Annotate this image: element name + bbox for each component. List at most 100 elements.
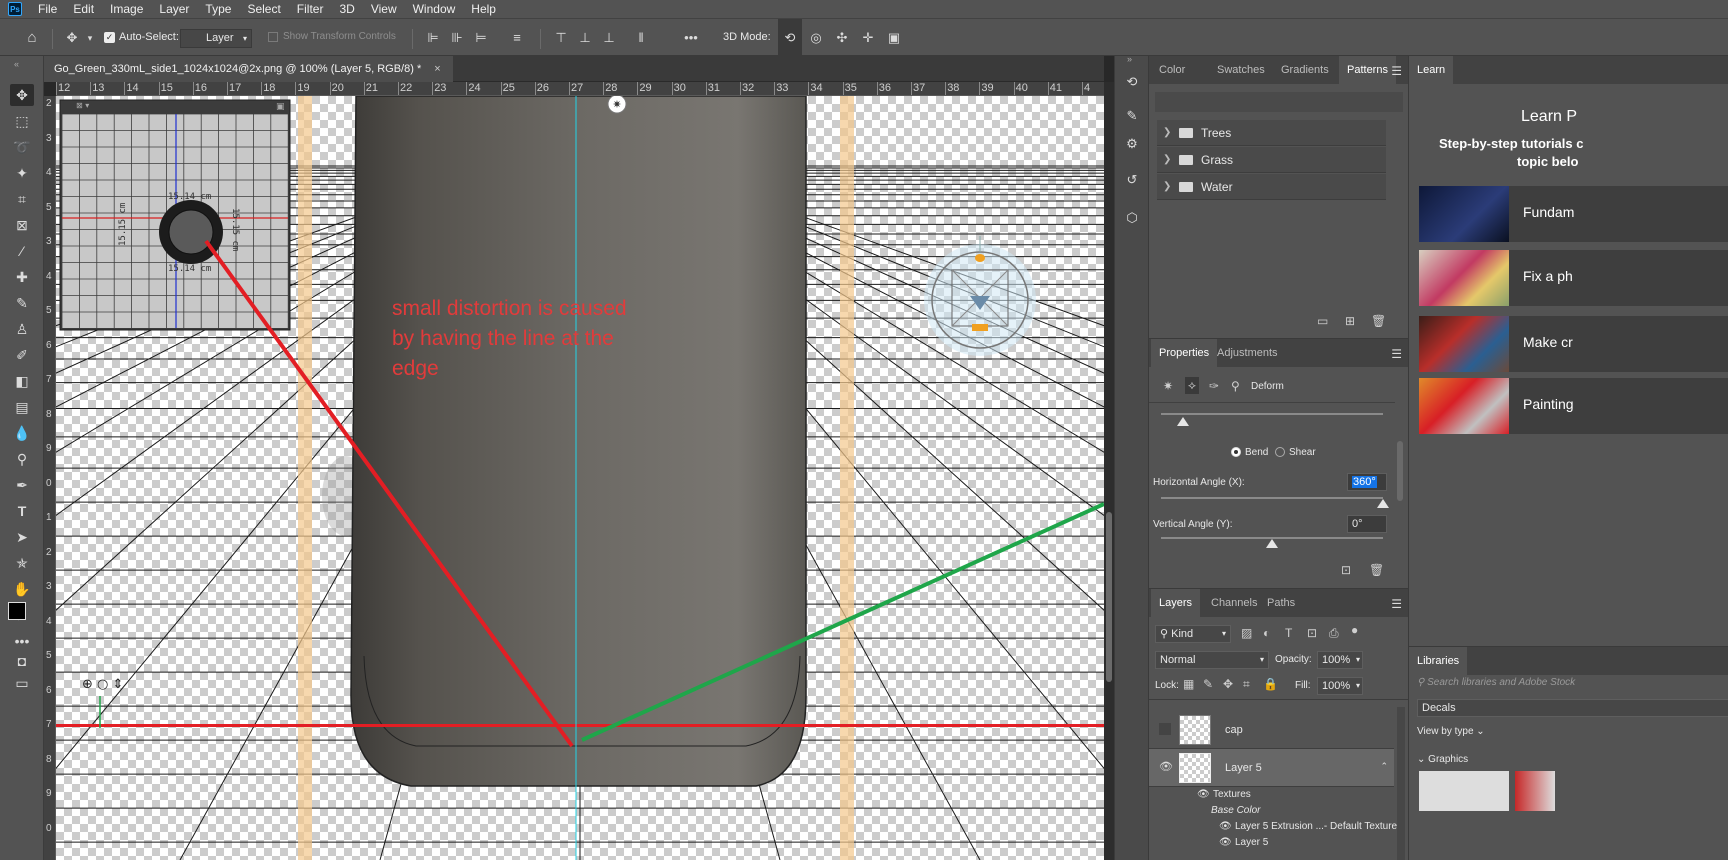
libraries-search[interactable]: ⚲ Search libraries and Adobe Stock — [1417, 673, 1728, 693]
tab-libraries[interactable]: Libraries — [1409, 647, 1468, 675]
tab-adjustments[interactable]: Adjustments — [1209, 339, 1286, 367]
textures-row[interactable]: 👁 Textures — [1149, 787, 1395, 803]
layer-filter-dropdown[interactable]: ⚲ Kind ▾ — [1155, 625, 1231, 643]
deform-icon[interactable]: ⟡ — [1185, 377, 1199, 394]
close-icon[interactable]: × — [434, 63, 440, 75]
lock-all-icon[interactable]: 🔒 — [1263, 677, 1278, 691]
clone-stamp-icon[interactable]: ♙ — [10, 318, 34, 340]
fill-field[interactable]: 100% ▾ — [1317, 677, 1363, 695]
properties-scrollbar[interactable] — [1397, 441, 1403, 501]
tab-paths[interactable]: Paths — [1259, 589, 1303, 617]
align-left-icon[interactable]: ⊫ — [424, 19, 442, 57]
more-options-icon[interactable]: ••• — [680, 19, 702, 57]
collapse-icon[interactable]: « — [14, 59, 19, 69]
menu-type[interactable]: Type — [197, 2, 239, 16]
library-dropdown[interactable]: Decals — [1417, 699, 1728, 717]
screen-mode-icon[interactable]: ▭ — [10, 672, 34, 694]
vertical-angle-field[interactable]: 0° — [1347, 515, 1387, 533]
dodge-tool-icon[interactable]: ⚲ — [10, 448, 34, 470]
panel-menu-icon[interactable]: ☰ — [1391, 64, 1402, 78]
layer-row-layer5[interactable]: 👁 Layer 5 ⌃ — [1149, 749, 1394, 787]
align-bottom-icon[interactable]: ⊥ — [600, 19, 618, 57]
pattern-folder-water[interactable]: ❯ Water — [1157, 174, 1386, 200]
learn-card-fundamentals[interactable]: Fundam — [1419, 186, 1728, 242]
menu-window[interactable]: Window — [405, 2, 464, 16]
tab-gradients[interactable]: Gradients — [1273, 56, 1337, 84]
learn-card-make-creative[interactable]: Make cr — [1419, 316, 1728, 372]
lock-image-icon[interactable]: ✎ — [1203, 677, 1213, 691]
tab-color[interactable]: Color — [1151, 56, 1193, 84]
home-icon[interactable]: ⌂ — [22, 19, 42, 57]
more-tools-icon[interactable]: ••• — [10, 630, 34, 652]
distribute-vertical-icon[interactable]: ‖ — [632, 19, 650, 57]
collapse-icon[interactable]: » — [1127, 54, 1132, 64]
menu-3d[interactable]: 3D — [331, 2, 362, 16]
panel-menu-icon[interactable]: ☰ — [1391, 597, 1402, 611]
coordinates-icon[interactable]: ⚲ — [1231, 379, 1240, 393]
canvas-scrollbar[interactable] — [1104, 82, 1114, 860]
panel-menu-icon[interactable]: ☰ — [1391, 347, 1402, 361]
learn-card-painting[interactable]: Painting — [1419, 378, 1728, 434]
path-selection-icon[interactable]: ➤ — [10, 526, 34, 548]
type-tool-icon[interactable]: T — [10, 500, 34, 522]
lasso-tool-icon[interactable]: ➰ — [10, 136, 34, 158]
eraser-icon[interactable]: ◧ — [10, 370, 34, 392]
tab-channels[interactable]: Channels — [1203, 589, 1265, 617]
eye-icon[interactable]: 👁 — [1159, 760, 1173, 773]
auto-select-checkbox[interactable]: ✓ — [104, 32, 115, 43]
move-tool-icon[interactable]: ✥ — [62, 19, 82, 57]
shape-filter-icon[interactable]: ⊡ — [1307, 626, 1317, 640]
trash-icon[interactable]: 🗑 — [1371, 314, 1386, 328]
quick-mask-icon[interactable]: ◘ — [10, 650, 34, 672]
tab-properties[interactable]: Properties — [1151, 339, 1218, 367]
patterns-search[interactable] — [1155, 92, 1403, 112]
eye-icon[interactable]: 👁 — [1197, 789, 1210, 800]
menu-select[interactable]: Select — [239, 2, 288, 16]
timeline-icon[interactable]: ↺ — [1122, 170, 1142, 190]
menu-view[interactable]: View — [363, 2, 405, 16]
menu-file[interactable]: File — [30, 2, 65, 16]
brush-settings-icon[interactable]: ✎ — [1122, 106, 1142, 126]
visibility-toggle[interactable] — [1159, 723, 1171, 735]
menu-edit[interactable]: Edit — [65, 2, 102, 16]
align-middle-icon[interactable]: ⊥ — [576, 19, 594, 57]
layers-scrollbar[interactable] — [1397, 707, 1405, 860]
lock-artboard-icon[interactable]: ⌗ — [1243, 677, 1250, 692]
align-top-icon[interactable]: ⊤ — [552, 19, 570, 57]
layer5-texture-row[interactable]: 👁 Layer 5 — [1149, 835, 1395, 851]
tab-patterns[interactable]: Patterns — [1339, 56, 1396, 84]
horizontal-angle-handle[interactable] — [1377, 499, 1389, 508]
align-right-icon[interactable]: ⊨ — [472, 19, 490, 57]
menu-image[interactable]: Image — [102, 2, 151, 16]
learn-card-fix-photo[interactable]: Fix a ph — [1419, 250, 1728, 306]
blend-mode-dropdown[interactable]: Normal ▾ — [1155, 651, 1269, 669]
opacity-field[interactable]: 100% ▾ — [1317, 651, 1363, 669]
eye-icon[interactable]: 👁 — [1219, 837, 1232, 848]
lock-position-icon[interactable]: ✥ — [1223, 677, 1233, 691]
horizontal-angle-field[interactable]: 360° — [1347, 473, 1387, 491]
extrusion-texture-row[interactable]: 👁 Layer 5 Extrusion ...- Default Texture — [1149, 819, 1397, 835]
frame-tool-icon[interactable]: ⊠ — [10, 214, 34, 236]
trash-icon[interactable]: 🗑 — [1369, 563, 1384, 577]
new-pattern-icon[interactable]: ⊞ — [1345, 314, 1355, 328]
crop-tool-icon[interactable]: ⌗ — [10, 188, 34, 210]
tab-layers[interactable]: Layers — [1151, 589, 1201, 617]
view-by-type-dropdown[interactable]: View by type ⌄ — [1417, 726, 1485, 737]
menu-help[interactable]: Help — [463, 2, 504, 16]
pattern-folder-grass[interactable]: ❯ Grass — [1157, 147, 1386, 173]
chevron-down-icon[interactable]: ▾ — [84, 19, 96, 57]
blur-tool-icon[interactable]: 💧 — [10, 422, 34, 444]
brush-tool-icon[interactable]: ✎ — [10, 292, 34, 314]
history-icon[interactable]: ⟲ — [1122, 72, 1142, 92]
smart-object-filter-icon[interactable]: ⎙ — [1329, 626, 1339, 641]
pixel-filter-icon[interactable]: ▨ — [1241, 626, 1252, 640]
auto-select-dropdown[interactable]: Layer ▾ — [180, 29, 252, 48]
distribute-icon[interactable]: ≡ — [508, 19, 526, 57]
3d-panel-icon[interactable]: ⬡ — [1122, 208, 1142, 228]
slider-handle[interactable] — [1177, 417, 1189, 426]
healing-brush-icon[interactable]: ✚ — [10, 266, 34, 288]
roll-3d-icon[interactable]: ◎ — [806, 19, 826, 57]
type-filter-icon[interactable]: T — [1285, 626, 1292, 640]
new-group-icon[interactable]: ▭ — [1317, 314, 1328, 328]
magic-wand-icon[interactable]: ✦ — [10, 162, 34, 184]
